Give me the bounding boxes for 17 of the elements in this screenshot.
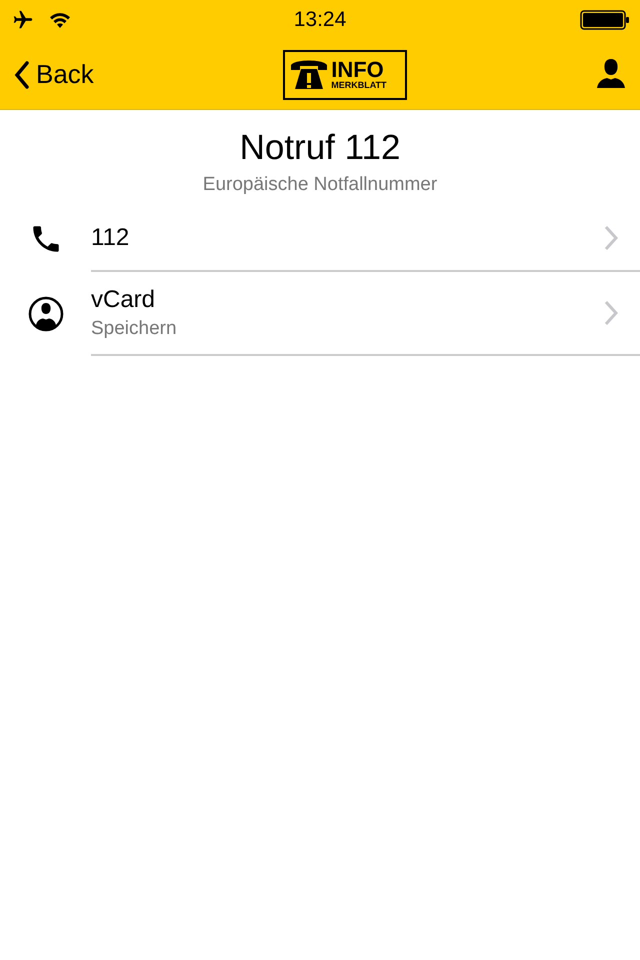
chevron-icon [604, 300, 618, 326]
page-title: Notruf 112 [238, 128, 402, 168]
page-subtitle: Europäische Notfallnummer [202, 174, 438, 196]
chevron-left-icon [14, 60, 30, 88]
row-title: vCard [91, 286, 156, 314]
chevron-icon [604, 225, 618, 251]
person-icon [28, 296, 64, 332]
row-subtitle: Speichern [91, 318, 178, 340]
wifi-icon [48, 11, 72, 29]
list-row[interactable]: 112 [0, 206, 640, 272]
back-button[interactable]: Back [14, 59, 94, 90]
row-title: 112 [91, 224, 130, 252]
battery-icon [580, 10, 630, 30]
logo-title: INFO [331, 59, 384, 81]
list-row[interactable]: vCard Speichern [0, 272, 640, 356]
status-time: 13:24 [292, 8, 348, 32]
logo-subtitle: MERKBLATT [331, 81, 387, 90]
